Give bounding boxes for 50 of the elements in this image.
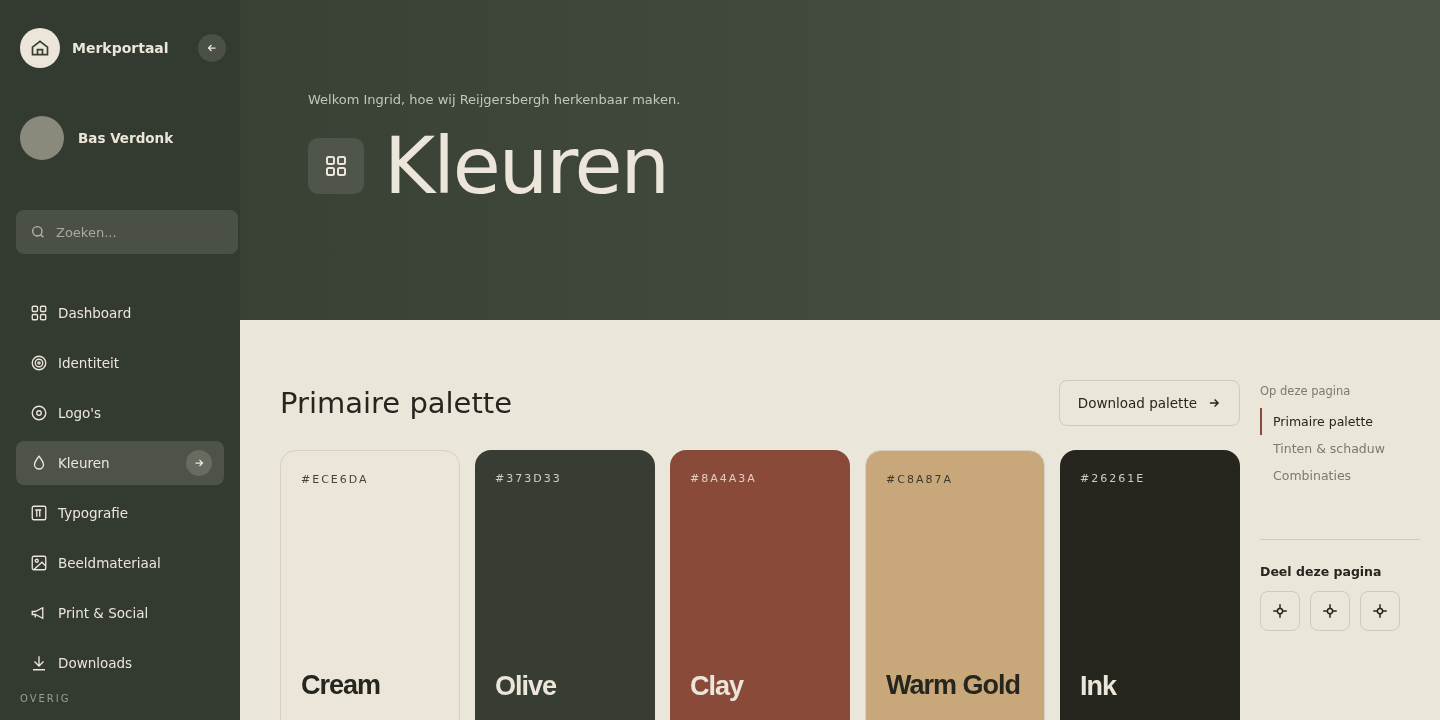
welcome-text: Welkom Ingrid, hoe wij Reijgersbergh herkenbaar maken. <box>308 92 682 107</box>
nav-item[interactable]: Logo's <box>16 391 224 435</box>
section-label: OVERIG <box>19 693 72 704</box>
brand-name: Merkportaal <box>72 40 170 56</box>
nav-item[interactable]: Print & Social <box>16 591 224 635</box>
color-name: Warm Gold <box>886 670 1020 701</box>
download-button[interactable]: Download palette <box>1058 380 1240 426</box>
toc-link[interactable]: Combinaties <box>1260 462 1352 489</box>
download-icon <box>30 654 48 672</box>
arrow-left-icon <box>206 42 218 54</box>
section-heading: Primaire palette <box>280 386 513 420</box>
nav-item[interactable]: Typografie <box>16 491 224 535</box>
nav-item[interactable]: Dashboard <box>16 291 224 335</box>
color-name: Ink <box>1080 671 1116 702</box>
crosshair-icon <box>1321 602 1339 620</box>
toc-link[interactable]: Primaire palette <box>1260 408 1374 435</box>
hex-code: #8A4A3A <box>690 472 757 485</box>
collapse-button[interactable] <box>198 34 226 62</box>
crosshair-icon <box>1371 602 1389 620</box>
page-title: Kleuren <box>384 127 669 205</box>
hex-code: #373D33 <box>495 472 562 485</box>
nav-item[interactable]: Kleuren <box>16 441 224 485</box>
hex-code: #C8A87A <box>886 473 953 486</box>
arrow-icon <box>1207 396 1221 410</box>
nav-item[interactable]: Identiteit <box>16 341 224 385</box>
hex-code: #26261E <box>1080 472 1146 485</box>
toc-link[interactable]: Tinten & schaduw <box>1260 435 1385 462</box>
color-name: Olive <box>495 671 557 702</box>
color-name: Clay <box>690 671 744 702</box>
grid-icon <box>30 304 48 322</box>
target-icon <box>30 354 48 372</box>
nav-item[interactable]: Downloads <box>16 641 224 685</box>
share-button[interactable] <box>1360 591 1400 631</box>
toc-title: Op deze pagina <box>1260 384 1352 398</box>
grid-icon <box>308 138 364 194</box>
share-title: Deel deze pagina <box>1260 564 1383 579</box>
user-name: Bas Verdonk <box>78 130 174 146</box>
share-button[interactable] <box>1260 591 1300 631</box>
share-button[interactable] <box>1310 591 1350 631</box>
image-icon <box>30 554 48 572</box>
type-icon <box>30 504 48 522</box>
search-field[interactable]: Zoeken... <box>16 210 238 254</box>
circle-icon <box>30 404 48 422</box>
search-icon <box>30 224 46 240</box>
crosshair-icon <box>1271 602 1289 620</box>
hex-code: #ECE6DA <box>301 473 369 486</box>
nav-item[interactable]: Beeldmateriaal <box>16 541 224 585</box>
avatar <box>20 116 64 160</box>
home-logo-icon <box>20 28 60 68</box>
color-name: Cream <box>301 670 381 701</box>
